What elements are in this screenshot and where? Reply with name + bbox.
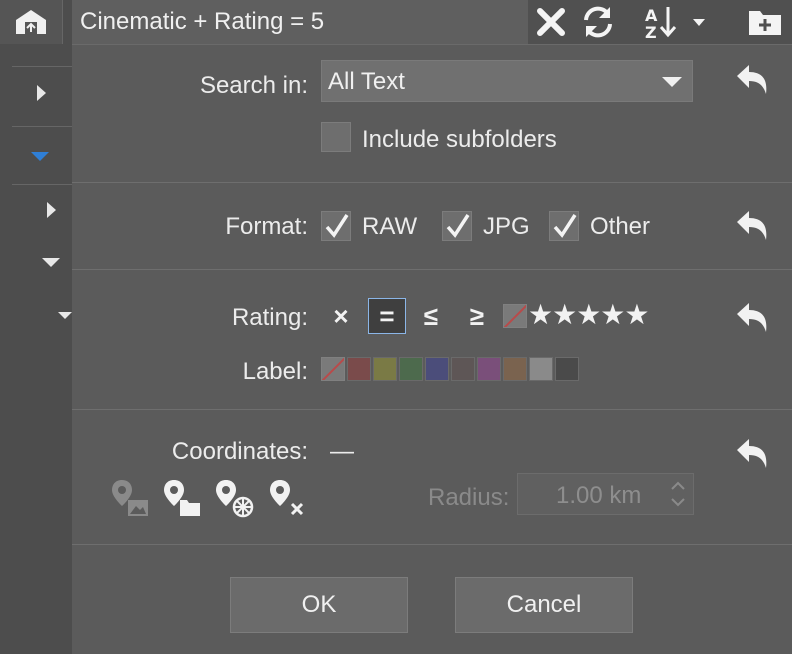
strip-divider xyxy=(12,66,72,67)
undo-icon[interactable] xyxy=(735,300,769,334)
rating-greater-equal-button[interactable]: ≥ xyxy=(458,298,496,334)
close-button[interactable] xyxy=(528,0,574,44)
undo-icon[interactable] xyxy=(735,436,769,470)
checkmark-icon xyxy=(325,214,349,238)
collapse-arrow-icon[interactable] xyxy=(31,152,49,161)
label-color-swatch[interactable] xyxy=(529,357,553,381)
refresh-icon xyxy=(584,6,612,38)
left-strip xyxy=(0,0,72,654)
pin-image-icon[interactable] xyxy=(110,478,150,518)
section-divider xyxy=(72,182,792,183)
collapse-arrow-icon[interactable] xyxy=(58,312,72,319)
filter-title: Cinematic + Rating = 5 xyxy=(80,8,325,35)
search-in-label: Search in: xyxy=(199,72,308,99)
format-other-label: Other xyxy=(590,213,651,240)
close-icon xyxy=(537,8,565,36)
add-folder-button[interactable] xyxy=(738,0,792,44)
title-toolbar: A Z xyxy=(528,0,792,44)
search-in-value: All Text xyxy=(328,68,405,95)
label-color-swatch[interactable] xyxy=(425,357,449,381)
title-bar: Cinematic + Rating = 5 A Z xyxy=(72,0,792,45)
label-color-swatch[interactable] xyxy=(451,357,475,381)
undo-icon[interactable] xyxy=(735,208,769,242)
section-divider xyxy=(72,269,792,270)
undo-icon[interactable] xyxy=(735,62,769,96)
label-color-swatch[interactable] xyxy=(373,357,397,381)
format-raw-label: RAW xyxy=(362,213,418,240)
dropdown-arrow-icon xyxy=(662,77,682,87)
rating-any-button[interactable]: × xyxy=(322,298,360,334)
label-color-swatch[interactable] xyxy=(399,357,423,381)
include-subfolders-label: Include subfolders xyxy=(362,126,557,153)
coordinates-label: Coordinates: xyxy=(171,438,308,465)
cancel-button[interactable]: Cancel xyxy=(455,577,633,633)
radius-label: Radius: xyxy=(428,484,510,511)
label-color-swatch[interactable] xyxy=(555,357,579,381)
sort-az-icon: A Z xyxy=(645,6,705,40)
svg-text:Z: Z xyxy=(645,23,657,40)
expand-arrow-icon[interactable] xyxy=(37,85,46,101)
ok-button[interactable]: OK xyxy=(230,577,408,633)
pin-remove-icon[interactable] xyxy=(268,478,308,518)
label-color-swatch[interactable] xyxy=(347,357,371,381)
rating-label: Rating: xyxy=(231,304,308,331)
section-divider xyxy=(72,409,792,410)
rating-equal-button[interactable]: = xyxy=(368,298,406,334)
radius-value: 1.00 km xyxy=(556,482,642,509)
format-jpg-checkbox[interactable] xyxy=(442,211,472,241)
rating-stars[interactable]: ★★★★★ xyxy=(528,298,650,331)
label-none-swatch[interactable] xyxy=(321,357,345,381)
strip-divider xyxy=(12,126,72,127)
format-raw-checkbox[interactable] xyxy=(321,211,351,241)
sort-button[interactable]: A Z xyxy=(638,0,718,44)
radius-input[interactable]: 1.00 km xyxy=(517,473,694,515)
checkmark-icon xyxy=(553,214,577,238)
pin-shutter-icon[interactable] xyxy=(214,478,254,518)
radius-spinner-icon[interactable] xyxy=(663,474,693,514)
format-jpg-label: JPG xyxy=(483,213,530,240)
search-in-dropdown[interactable]: All Text xyxy=(321,60,693,102)
rating-none-swatch[interactable] xyxy=(503,304,527,328)
pin-folder-icon[interactable] xyxy=(162,478,202,518)
section-divider xyxy=(72,544,792,545)
collapse-arrow-icon[interactable] xyxy=(42,258,60,267)
format-other-checkbox[interactable] xyxy=(549,211,579,241)
rating-less-equal-button[interactable]: ≤ xyxy=(412,298,450,334)
home-button[interactable] xyxy=(0,0,63,44)
strip-divider xyxy=(12,184,72,185)
label-filter-label: Label: xyxy=(242,358,308,385)
label-color-swatch[interactable] xyxy=(477,357,501,381)
expand-arrow-icon[interactable] xyxy=(47,202,56,218)
format-label: Format: xyxy=(225,213,308,240)
home-folder-icon xyxy=(16,10,46,34)
coordinates-value: — xyxy=(330,438,354,465)
refresh-button[interactable] xyxy=(574,0,622,44)
add-folder-icon xyxy=(749,11,781,35)
include-subfolders-checkbox[interactable] xyxy=(321,122,351,152)
checkmark-icon xyxy=(446,214,470,238)
label-color-swatch[interactable] xyxy=(503,357,527,381)
